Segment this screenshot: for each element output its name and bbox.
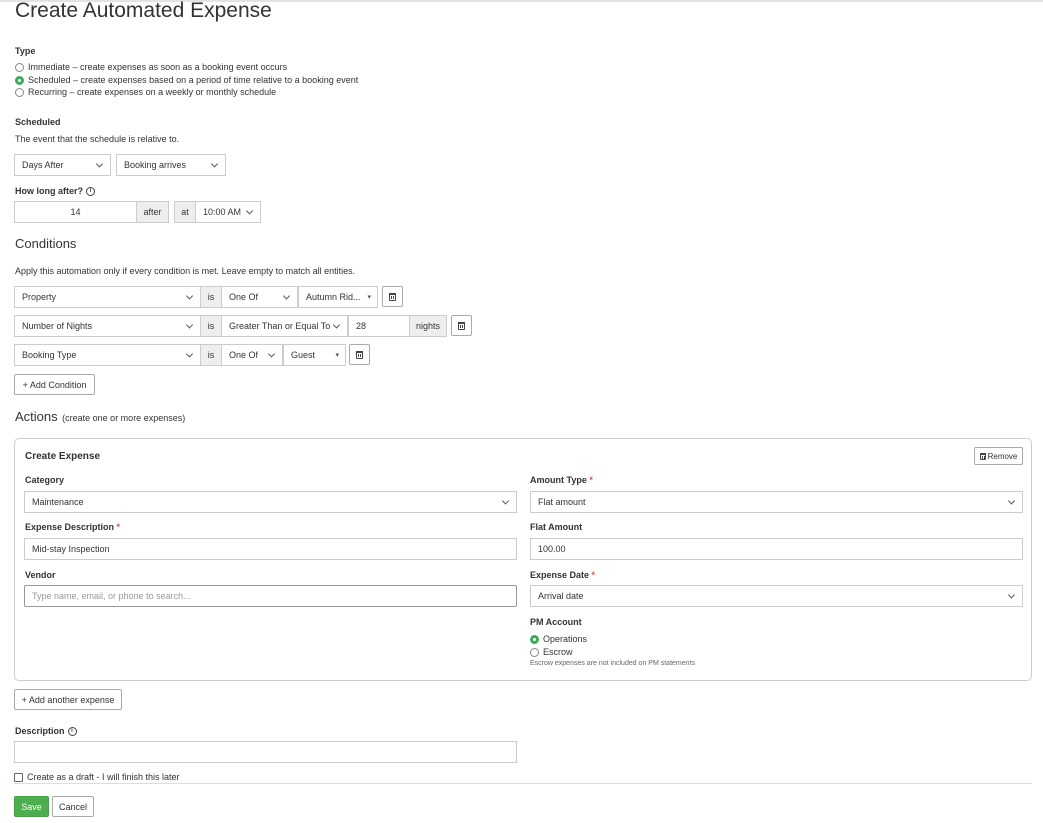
vendor-search-input[interactable]: Type name, email, or phone to search... [24, 585, 517, 607]
actions-subheading: (create one or more expenses) [62, 413, 186, 423]
expense-date-label: Expense Date * [530, 570, 596, 580]
chevron-down-icon [245, 207, 254, 215]
amount-type-select[interactable]: Flat amount [530, 491, 1023, 513]
actions-header: Actions (create one or more expenses) [15, 409, 185, 424]
amount-type-label: Amount Type * [530, 475, 593, 485]
relation-select[interactable]: Days After [14, 154, 111, 176]
chevron-down-icon [185, 292, 194, 300]
delete-condition-button[interactable] [451, 315, 472, 336]
event-select[interactable]: Booking arrives [116, 154, 226, 176]
conditions-help: Apply this automation only if every cond… [15, 266, 356, 276]
chevron-down-icon [95, 160, 104, 168]
expense-description-input[interactable]: Mid-stay Inspection [24, 538, 517, 560]
save-button[interactable]: Save [14, 796, 49, 817]
type-label: Type [15, 46, 36, 56]
radio-selected-icon [530, 634, 539, 644]
category-select[interactable]: Maintenance [24, 491, 517, 513]
page-title: Create Automated Expense [15, 0, 272, 22]
pm-account-label: PM Account [530, 617, 582, 627]
chevron-down-icon [1007, 497, 1016, 505]
delete-condition-button[interactable] [382, 286, 403, 307]
is-addon: is [200, 344, 222, 366]
flat-amount-input[interactable]: 100.00 [530, 538, 1023, 560]
is-addon: is [200, 315, 222, 337]
condition-value-select[interactable]: Autumn Rid... ▾ [298, 286, 378, 308]
at-addon: at [174, 201, 196, 223]
add-another-expense-button[interactable]: + Add another expense [14, 689, 122, 710]
trash-icon [356, 350, 363, 359]
is-addon: is [200, 286, 222, 308]
conditions-heading: Conditions [15, 236, 77, 251]
condition-field-select[interactable]: Number of Nights [14, 315, 201, 337]
trash-icon [979, 452, 986, 460]
footer-divider [14, 783, 1032, 784]
chevron-down-icon [185, 350, 194, 358]
remove-expense-button[interactable]: Remove [974, 447, 1023, 465]
time-select[interactable]: 10:00 AM [195, 201, 261, 223]
delete-condition-button[interactable] [349, 344, 370, 365]
vendor-label: Vendor [25, 570, 56, 580]
condition-operator-select[interactable]: Greater Than or Equal To [221, 315, 348, 337]
trash-icon [458, 321, 465, 330]
description-label: Description i [15, 726, 77, 736]
chevron-down-icon [332, 321, 341, 329]
radio-icon [15, 62, 24, 72]
expense-description-label: Expense Description * [25, 522, 121, 532]
condition-value-select[interactable]: Guest ▾ [283, 344, 346, 366]
radio-selected-icon [15, 75, 24, 85]
condition-operator-select[interactable]: One Of [221, 286, 298, 308]
category-label: Category [25, 475, 65, 485]
caret-down-icon: ▾ [367, 294, 371, 301]
add-condition-button[interactable]: + Add Condition [14, 374, 95, 395]
radio-icon [530, 647, 539, 657]
chevron-down-icon [267, 350, 276, 358]
type-option-recurring[interactable]: Recurring – create expenses on a weekly … [15, 87, 276, 97]
description-input[interactable] [14, 741, 517, 763]
create-expense-title: Create Expense [25, 451, 101, 462]
info-icon: i [67, 726, 77, 736]
caret-down-icon: ▾ [335, 352, 339, 359]
trash-icon [389, 292, 396, 301]
chevron-down-icon [210, 160, 219, 168]
radio-icon [15, 87, 24, 97]
scheduled-heading: Scheduled [15, 117, 61, 127]
draft-checkbox-row[interactable]: Create as a draft - I will finish this l… [14, 772, 180, 782]
pm-account-operations[interactable]: Operations [530, 634, 587, 644]
chevron-down-icon [501, 497, 510, 505]
checkbox-icon[interactable] [14, 772, 23, 782]
type-option-scheduled[interactable]: Scheduled – create expenses based on a p… [15, 75, 358, 85]
cancel-button[interactable]: Cancel [52, 796, 94, 817]
condition-field-select[interactable]: Booking Type [14, 344, 201, 366]
scheduled-help: The event that the schedule is relative … [15, 134, 180, 144]
expense-date-select[interactable]: Arrival date [530, 585, 1023, 607]
amount-input[interactable]: 14 [14, 201, 137, 223]
flat-amount-label: Flat Amount [530, 522, 583, 532]
actions-heading: Actions [15, 409, 58, 424]
chevron-down-icon [1007, 591, 1016, 599]
info-icon: i [86, 186, 95, 196]
nights-addon: nights [409, 315, 447, 337]
chevron-down-icon [185, 321, 194, 329]
condition-value-input[interactable]: 28 [348, 315, 410, 337]
pm-account-escrow[interactable]: Escrow [530, 647, 573, 657]
chevron-down-icon [282, 292, 291, 300]
after-addon: after [136, 201, 169, 223]
condition-operator-select[interactable]: One Of [221, 344, 283, 366]
condition-field-select[interactable]: Property [14, 286, 201, 308]
type-option-immediate[interactable]: Immediate – create expenses as soon as a… [15, 62, 287, 72]
escrow-note: Escrow expenses are not included on PM s… [530, 660, 695, 667]
how-long-label: How long after? i [15, 186, 95, 196]
